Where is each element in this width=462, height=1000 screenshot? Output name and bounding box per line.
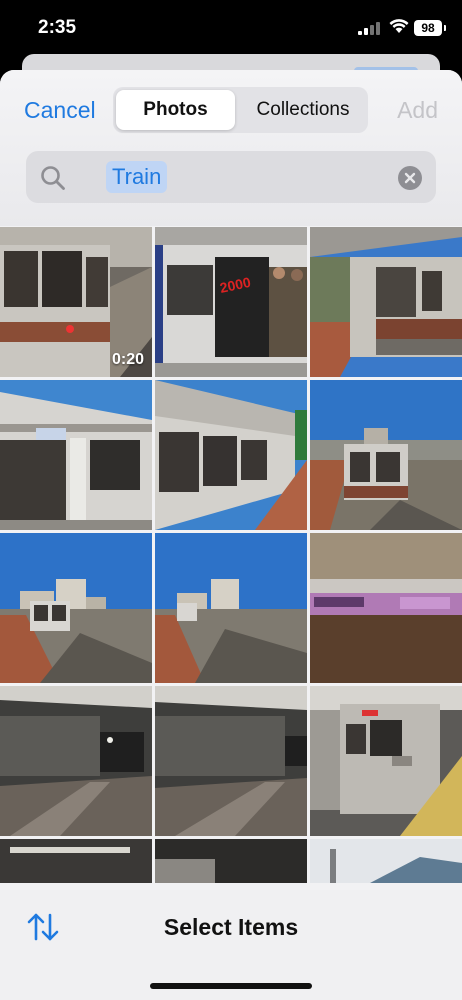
tab-collections[interactable]: Collections [241, 90, 365, 130]
photo-thumbnail[interactable] [310, 380, 462, 530]
home-indicator[interactable] [150, 983, 312, 989]
photo-thumbnail[interactable] [310, 533, 462, 683]
select-items-title: Select Items [163, 914, 299, 940]
clear-search-button[interactable] [398, 166, 422, 190]
tab-photos[interactable]: Photos [116, 90, 235, 130]
status-time: 2:35 [38, 17, 77, 38]
add-button[interactable]: Add [397, 97, 438, 124]
photo-thumbnail[interactable] [0, 380, 152, 530]
photo-thumbnail[interactable] [310, 686, 462, 836]
photo-thumbnail[interactable] [0, 839, 152, 883]
search-field[interactable]: Train [26, 151, 436, 203]
photo-thumbnail[interactable]: 2000 [155, 227, 307, 377]
close-icon [404, 172, 416, 184]
bottom-toolbar: Select Items [0, 890, 462, 1000]
photo-thumbnail[interactable] [0, 533, 152, 683]
cancel-button[interactable]: Cancel [24, 97, 96, 124]
status-bar: 2:35 98 [0, 0, 462, 56]
photo-thumbnail[interactable] [155, 380, 307, 530]
battery-indicator: 98 [414, 20, 446, 36]
photo-thumbnail[interactable] [0, 686, 152, 836]
source-segmented-control: Photos Collections [113, 87, 368, 133]
photo-thumbnail[interactable] [155, 686, 307, 836]
picker-header: Cancel Photos Collections Add Train [0, 70, 462, 226]
search-icon [41, 166, 65, 190]
video-duration-badge: 0:20 [111, 351, 144, 368]
wifi-icon [389, 19, 409, 33]
photo-picker-sheet: Cancel Photos Collections Add Train 0:20… [0, 70, 462, 1000]
photo-thumbnail[interactable] [155, 533, 307, 683]
photo-thumbnail[interactable] [310, 227, 462, 377]
photo-thumbnail[interactable] [155, 839, 307, 883]
search-token[interactable]: Train [106, 161, 168, 193]
photo-thumbnail[interactable] [310, 839, 462, 883]
photo-thumbnail[interactable]: 0:20 [0, 227, 152, 377]
cellular-signal-icon [358, 21, 380, 35]
